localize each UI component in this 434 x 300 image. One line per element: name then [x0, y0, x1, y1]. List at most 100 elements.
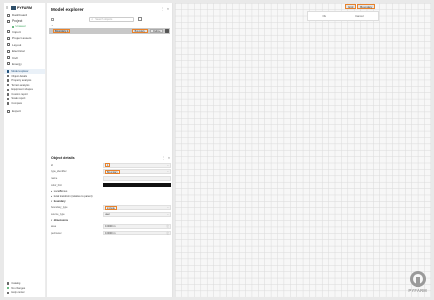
- import-icon: [7, 30, 10, 34]
- field-key: id: [51, 163, 53, 167]
- sidebar-item-label: Export: [12, 109, 21, 114]
- select-all-checkbox[interactable]: [51, 17, 54, 21]
- field-value-text: include: [105, 205, 117, 210]
- watermark-text: PYFARM: [408, 288, 427, 293]
- color-swatch[interactable]: [103, 182, 171, 188]
- layout-icon: [7, 43, 10, 47]
- sidebar-item-export[interactable]: Export: [4, 108, 45, 114]
- electrical-icon: [7, 49, 10, 53]
- search-input[interactable]: ⌕ Search objects: [89, 16, 134, 22]
- sidebar: ≡ PYFARM Dashboard Project Unsaved Impor…: [4, 3, 46, 297]
- sidebar-item-dashboard[interactable]: Dashboard: [4, 12, 45, 18]
- assets-icon: [7, 36, 10, 40]
- chevron-down-icon: ⌄: [166, 206, 169, 210]
- energy-icon: [7, 62, 10, 66]
- sidebar-item-label: Project: [12, 19, 23, 24]
- tree-row-actions: Boundary Outline: [131, 28, 170, 33]
- search-icon: ⌕: [91, 17, 94, 21]
- chevron-right-icon: ▸: [51, 189, 53, 193]
- sidebar-item-energy[interactable]: Energy: [4, 61, 45, 67]
- viewer-tabs: Grid Boundary: [345, 4, 376, 9]
- cancel-button[interactable]: Cancel: [355, 15, 363, 18]
- sidebar-item-help-center[interactable]: Help center: [4, 290, 45, 295]
- sidebar-item-label: Compare: [11, 102, 23, 106]
- layer-pill[interactable]: Outline: [149, 28, 164, 33]
- sidebar-item-label: Scale report: [11, 97, 26, 101]
- home-icon: [7, 13, 10, 17]
- sidebar-item-compare[interactable]: Compare: [4, 101, 45, 106]
- tab-grid[interactable]: Grid: [345, 4, 357, 9]
- sidebar-item-label: Custom report: [11, 92, 28, 96]
- field-key: color_hint: [51, 183, 62, 187]
- type-pill[interactable]: Boundary: [131, 28, 148, 33]
- info-icon: ⓘ: [166, 232, 169, 235]
- field-value-text: user: [105, 212, 110, 216]
- field-type-identifier: type_identifier Boundary ⌄: [47, 169, 173, 176]
- field-area: area 0.0000 m ⓘ: [47, 223, 173, 230]
- sidebar-item-label: Equipment shapes: [11, 88, 33, 92]
- field-value[interactable]: 1 ⌄: [103, 162, 171, 168]
- shapes-icon: [7, 88, 10, 91]
- field-key: source_type: [51, 212, 65, 216]
- object-details-header: Object details ⋮ ×: [47, 153, 173, 162]
- chevron-down-icon: ⌄: [166, 212, 169, 216]
- more-icon[interactable]: ⋮: [162, 156, 165, 160]
- close-icon[interactable]: ×: [168, 156, 170, 160]
- filter-icon[interactable]: [138, 17, 142, 21]
- sidebar-item-label: Property analysis: [11, 79, 32, 83]
- chevron-down-icon: ▾: [51, 218, 53, 222]
- sidebar-item-label: Electrical: [12, 49, 25, 54]
- model-icon: [7, 70, 10, 73]
- property-icon: [7, 79, 10, 82]
- field-perimeter: perimeter 0.0000 m ⓘ: [47, 230, 173, 237]
- sidebar-item-label: Model explorer: [11, 69, 29, 73]
- report-icon: [7, 93, 10, 96]
- field-value[interactable]: include ⌄: [103, 205, 171, 211]
- field-value-text: 0.0000 m: [105, 231, 116, 235]
- catalog-icon: [7, 282, 10, 285]
- chevron-down-icon: ⌄: [166, 170, 169, 174]
- section-label: boundary: [53, 200, 66, 204]
- ok-button[interactable]: Ok: [323, 15, 326, 18]
- field-value[interactable]: Boundary ⌄: [103, 169, 171, 175]
- brand-header: ≡ PYFARM: [4, 3, 45, 12]
- field-id: id 1 ⌄: [47, 162, 173, 169]
- field-boundary-type: boundary_type include ⌄: [47, 205, 173, 212]
- app-logo: [11, 5, 16, 10]
- section-label: LocalBonus: [53, 189, 68, 193]
- object-details-panel: Object details ⋮ × id 1 ⌄ type_identifie…: [47, 153, 173, 236]
- sidebar-item-label: Layout: [12, 42, 22, 47]
- chevron-down-icon: ▾: [51, 200, 53, 204]
- field-value-text: 0.0000 m: [105, 224, 116, 228]
- field-value-text: 1: [105, 163, 111, 168]
- field-key: boundary_type: [51, 206, 68, 210]
- field-key: area: [51, 224, 57, 228]
- sidebar-item-label: Dashboard: [12, 13, 28, 18]
- field-value-text: Boundary: [105, 169, 120, 174]
- panel-title: Object details: [51, 155, 75, 160]
- sidebar-item-label: Help center: [11, 291, 25, 295]
- more-icon[interactable]: ⋮: [161, 7, 164, 11]
- watermark-logo: [409, 271, 426, 287]
- terrain-icon: [7, 84, 10, 87]
- field-value[interactable]: [103, 176, 171, 181]
- tab-boundary[interactable]: Boundary: [357, 4, 376, 9]
- scale-icon: [7, 97, 10, 101]
- close-icon[interactable]: ×: [167, 7, 169, 11]
- field-value[interactable]: user ⌄: [103, 212, 171, 217]
- sidebar-item-label: Terrain analysis: [11, 83, 30, 87]
- search-placeholder: Search objects: [95, 17, 113, 21]
- sidebar-item-label: Energy: [12, 61, 22, 66]
- explorer-toolbar: ⌕ Search objects: [47, 15, 172, 23]
- watermark: PYFARM: [408, 271, 427, 293]
- map-viewer[interactable]: Grid Boundary Ok Cancel PYFARM: [175, 3, 431, 297]
- tree-row[interactable]: Boundary 1 Boundary Outline: [49, 28, 170, 34]
- menu-icon[interactable]: ≡: [6, 5, 10, 10]
- compare-icon: [7, 102, 10, 105]
- sidebar-footer: Catalog No changes Help center: [4, 281, 45, 295]
- visibility-icon[interactable]: [165, 29, 169, 33]
- field-key: name: [51, 176, 58, 180]
- field-source-type: source_type user ⌄: [47, 211, 173, 218]
- details-icon: [7, 74, 10, 78]
- panel-actions: ⋮ ×: [161, 7, 169, 11]
